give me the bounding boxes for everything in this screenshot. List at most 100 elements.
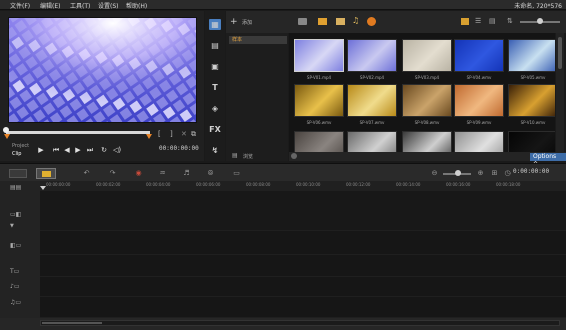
- library-thumbnail[interactable]: [454, 131, 504, 152]
- cut-icon[interactable]: ✕: [181, 130, 187, 138]
- instant-project-icon[interactable]: ▤: [209, 40, 221, 51]
- video-track-icon[interactable]: ▭◧: [10, 211, 26, 219]
- library-thumbnail[interactable]: [347, 84, 397, 117]
- timeline-scrollbar[interactable]: [40, 320, 560, 326]
- library-thumbnail[interactable]: [294, 39, 344, 72]
- timeline-ruler[interactable]: 00:00:00:00 00:00:02:00 00:00:04:00 00:00:0…: [40, 181, 566, 191]
- mode-clip[interactable]: Clip: [12, 150, 29, 158]
- subtitle-editor-icon[interactable]: ▭: [232, 169, 241, 177]
- auto-music-icon[interactable]: ♬: [182, 169, 191, 177]
- play-icon[interactable]: ▶: [37, 146, 45, 154]
- menu-edit[interactable]: 编辑(E): [40, 1, 60, 10]
- filter-icon[interactable]: FX: [209, 124, 221, 135]
- menu-file[interactable]: 文件(F): [10, 1, 30, 10]
- video-filter-icon[interactable]: [318, 18, 327, 25]
- loop-icon[interactable]: ↻: [100, 146, 108, 154]
- browse-icon[interactable]: ▤: [232, 152, 238, 159]
- timeline-view-icon[interactable]: [36, 168, 56, 179]
- preview-image: [9, 18, 196, 122]
- trim-start-marker[interactable]: [4, 134, 10, 139]
- voice-track[interactable]: [40, 277, 566, 297]
- voice-track-icon[interactable]: ♪▭: [10, 283, 26, 291]
- library-thumbnail[interactable]: [508, 131, 555, 152]
- trim-end-marker[interactable]: [146, 134, 152, 139]
- ruler-tick-label: 00:00:16:00: [446, 182, 471, 187]
- timeline-timecode[interactable]: 0:00:00:00: [513, 168, 549, 175]
- rewind-icon[interactable]: ◀: [63, 146, 71, 154]
- timeline-tracks[interactable]: [40, 191, 566, 318]
- graphic-icon[interactable]: ◈: [209, 103, 221, 114]
- path-icon[interactable]: ↯: [209, 145, 221, 156]
- library-thumbnail[interactable]: [347, 39, 397, 72]
- library-thumbnail[interactable]: [402, 39, 452, 72]
- library-thumbnail[interactable]: [402, 131, 452, 152]
- thumbnail-size-handle[interactable]: [537, 18, 543, 24]
- overlay-track-icon[interactable]: ◧▭: [10, 242, 26, 250]
- preview-window[interactable]: [8, 17, 197, 123]
- fit-project-icon[interactable]: ⊞: [490, 169, 499, 177]
- mark-out-icon[interactable]: ]: [170, 130, 173, 138]
- photo-filter-icon[interactable]: [336, 18, 345, 25]
- mark-in-icon[interactable]: [: [158, 130, 161, 138]
- thumbnail-view-icon[interactable]: [461, 18, 469, 25]
- options-button[interactable]: Options ^: [530, 153, 566, 168]
- options-label: Options: [533, 153, 557, 160]
- folder-icon[interactable]: [298, 18, 307, 25]
- music-track[interactable]: [40, 297, 566, 318]
- record-capture-icon[interactable]: ◉: [134, 169, 143, 177]
- zoom-out-icon[interactable]: ⊖: [430, 169, 439, 177]
- add-icon[interactable]: +: [230, 17, 238, 27]
- menu-settings[interactable]: 设置(S): [98, 1, 119, 10]
- forward-icon[interactable]: ▶: [74, 146, 82, 154]
- library-thumbnail[interactable]: [454, 84, 504, 117]
- sound-mixer-icon[interactable]: ♒: [158, 169, 167, 177]
- menu-tools[interactable]: 工具(T): [70, 1, 90, 10]
- overlay-track[interactable]: [40, 231, 566, 255]
- zoom-handle[interactable]: [455, 170, 461, 176]
- expand-track-icon[interactable]: ▼: [10, 223, 14, 229]
- copy-icon[interactable]: ⧉: [191, 130, 196, 139]
- track-manager-icon[interactable]: ▤▤: [10, 184, 21, 191]
- menu-help[interactable]: 帮助(H): [126, 1, 147, 10]
- title-track-icon[interactable]: T▭: [10, 268, 26, 276]
- folder-sample[interactable]: 样本: [229, 36, 287, 44]
- playhead-handle[interactable]: [3, 127, 9, 133]
- library-thumbnail[interactable]: [508, 84, 555, 117]
- library-thumbnail[interactable]: [347, 131, 397, 152]
- flash-filter-icon[interactable]: [367, 17, 376, 26]
- add-label[interactable]: 添加: [242, 19, 252, 26]
- library-thumbnail[interactable]: [402, 84, 452, 117]
- mode-project[interactable]: Project: [12, 142, 29, 150]
- player-timecode[interactable]: 00:00:00:00: [159, 145, 199, 152]
- redo-icon[interactable]: ↷: [108, 169, 117, 177]
- timeline-playhead[interactable]: [40, 186, 46, 190]
- previous-icon[interactable]: ⏮: [52, 146, 60, 154]
- next-icon[interactable]: ⏭: [86, 146, 94, 154]
- library-thumbnail[interactable]: [294, 131, 344, 152]
- ruler-tick-label: 00:00:14:00: [396, 182, 421, 187]
- list-view-icon[interactable]: ☰: [475, 17, 481, 25]
- sort-icon[interactable]: ⇅: [507, 17, 513, 25]
- undo-icon[interactable]: ↶: [82, 169, 91, 177]
- music-track-icon[interactable]: ♫▭: [10, 299, 26, 307]
- library-thumbnail[interactable]: [454, 39, 504, 72]
- media-tool-icon[interactable]: ▦: [209, 19, 221, 30]
- library-thumbnail[interactable]: [294, 84, 344, 117]
- storyboard-view-icon[interactable]: [9, 169, 27, 178]
- thumbnail-label: SP-V03.mp4: [414, 75, 440, 80]
- library-nav: 样本: [226, 33, 288, 161]
- library-header: + 添加 ♫ ☰ ▤ ⇅: [226, 11, 566, 33]
- title-icon[interactable]: T: [209, 82, 221, 93]
- audio-filter-icon[interactable]: ♫: [352, 16, 359, 25]
- scrub-bar[interactable]: [6, 131, 150, 134]
- zoom-in-icon[interactable]: ⊕: [476, 169, 485, 177]
- library-scrollbar[interactable]: [556, 33, 564, 152]
- volume-icon[interactable]: ◁): [113, 146, 121, 154]
- details-view-icon[interactable]: ▤: [489, 17, 496, 25]
- browse-label[interactable]: 浏览: [243, 153, 253, 160]
- title-track[interactable]: [40, 255, 566, 277]
- transition-icon[interactable]: ▣: [209, 61, 221, 72]
- video-track[interactable]: [40, 191, 566, 231]
- library-thumbnail[interactable]: [508, 39, 555, 72]
- motion-tracking-icon[interactable]: ⦾: [206, 169, 215, 177]
